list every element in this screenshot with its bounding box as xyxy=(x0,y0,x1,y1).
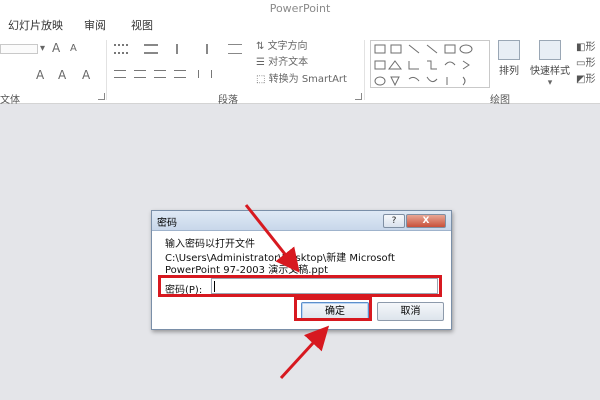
line-spacing-icon[interactable] xyxy=(228,44,242,54)
password-dialog: 密码 ? X 输入密码以打开文件 C:\Users\Administrator\… xyxy=(151,210,452,330)
paragraph-dialog-launcher-icon[interactable] xyxy=(355,93,362,100)
convert-smartart-label: 转换为 SmartArt xyxy=(268,74,347,85)
text-direction-label: 文字方向 xyxy=(267,41,308,52)
increase-indent-icon[interactable] xyxy=(196,44,208,54)
font-size-box[interactable] xyxy=(0,44,38,54)
font-color3-icon[interactable]: A xyxy=(82,69,90,81)
group-label-font: 文体 xyxy=(0,95,20,106)
quick-styles-icon xyxy=(539,40,561,60)
shape-fill-button[interactable]: ◧形 xyxy=(576,42,595,54)
quick-styles-dropdown-icon: ▾ xyxy=(547,78,553,88)
password-label: 密码(P): xyxy=(165,285,203,296)
file-path-line2: PowerPoint 97-2003 演示文稿.ppt xyxy=(165,265,328,276)
cancel-button[interactable]: 取消 xyxy=(377,302,444,321)
decrease-indent-icon[interactable] xyxy=(176,44,188,54)
dialog-prompt: 输入密码以打开文件 xyxy=(165,239,255,250)
ribbon-tabs: 幻灯片放映 审阅 视图 xyxy=(0,18,600,36)
dialog-title: 密码 xyxy=(157,218,177,229)
grow-font-icon[interactable]: A xyxy=(52,42,60,54)
help-button[interactable]: ? xyxy=(383,214,405,228)
convert-smartart-button[interactable]: ⬚ 转换为 SmartArt xyxy=(256,74,347,86)
quick-styles-button[interactable]: 快速样式 ▾ xyxy=(528,40,572,89)
shrink-font-icon[interactable]: A xyxy=(70,43,77,55)
ok-button[interactable]: 确定 xyxy=(301,302,369,321)
shape-outline-label: 形 xyxy=(585,58,596,69)
arrange-icon xyxy=(498,40,520,60)
align-text-button[interactable]: ☰ 对齐文本 xyxy=(256,57,308,69)
justify-icon[interactable] xyxy=(174,70,186,78)
align-left-icon[interactable] xyxy=(114,70,126,78)
file-path-line1: C:\Users\Administrator\Desktop\新建 Micros… xyxy=(165,253,395,264)
font-size-dropdown-icon[interactable]: ▾ xyxy=(40,43,45,55)
shapes-icon xyxy=(374,44,473,87)
font-dialog-launcher-icon[interactable] xyxy=(98,93,105,100)
font-color2-icon[interactable]: A xyxy=(58,69,66,81)
window-title: PowerPoint xyxy=(0,0,600,18)
tab-slideshow[interactable]: 幻灯片放映 xyxy=(8,18,63,36)
shape-effects-button[interactable]: ◩形 xyxy=(576,74,595,86)
group-label-drawing: 绘图 xyxy=(490,95,510,106)
ribbon: ▾ A A A A A 文体 ⇅ 文字方向 ☰ 对齐文本 ⬚ 转换为 Smart… xyxy=(0,36,600,106)
text-direction-button[interactable]: ⇅ 文字方向 xyxy=(256,41,308,53)
group-separator xyxy=(106,40,107,100)
shape-outline-button[interactable]: ▭形 xyxy=(576,58,595,70)
arrange-button[interactable]: 排列 xyxy=(496,40,522,77)
group-label-paragraph: 段落 xyxy=(218,95,238,106)
text-caret xyxy=(214,281,215,292)
shape-effects-label: 形 xyxy=(585,74,596,85)
arrange-label: 排列 xyxy=(499,66,519,77)
bullets-icon[interactable] xyxy=(114,44,128,54)
font-color-icon[interactable]: A xyxy=(36,69,44,81)
close-button[interactable]: X xyxy=(406,214,446,228)
tab-view[interactable]: 视图 xyxy=(131,18,153,36)
tab-review[interactable]: 审阅 xyxy=(84,18,106,36)
shape-fill-label: 形 xyxy=(585,42,596,53)
group-separator xyxy=(364,40,365,100)
dialog-titlebar: 密码 ? X xyxy=(152,211,451,231)
align-center-icon[interactable] xyxy=(134,70,146,78)
password-input[interactable] xyxy=(211,278,438,294)
align-right-icon[interactable] xyxy=(154,70,166,78)
quick-styles-label: 快速样式 xyxy=(530,66,570,77)
columns-icon[interactable] xyxy=(198,70,212,78)
numbering-icon[interactable] xyxy=(144,44,158,54)
shapes-gallery[interactable] xyxy=(370,40,490,88)
align-text-label: 对齐文本 xyxy=(268,57,309,68)
